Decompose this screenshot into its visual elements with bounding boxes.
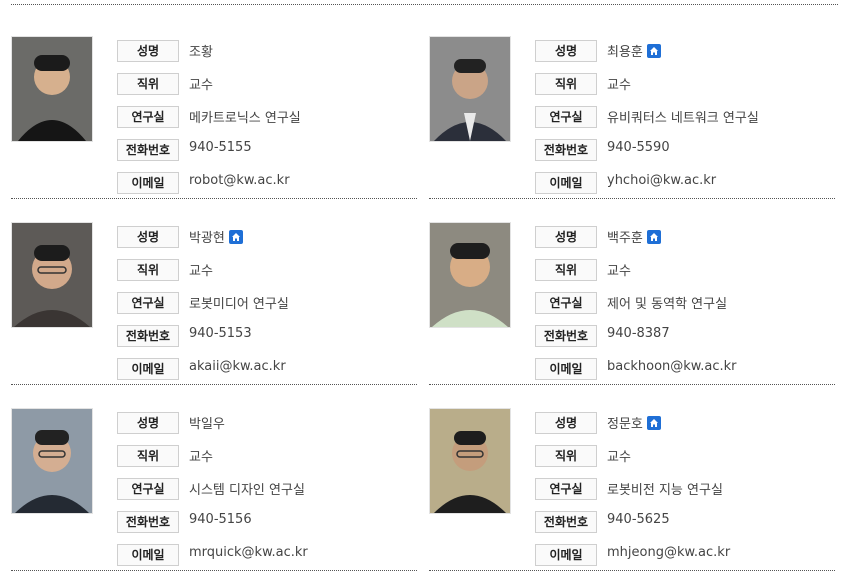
faculty-card: 성명 정문호 직위 교수 연구실 로봇비전 지능 연구실 전화번호 940-5625 이… — [429, 394, 835, 571]
homepage-icon[interactable] — [646, 416, 661, 430]
lab-label: 연구실 — [117, 106, 179, 128]
lab-value: 시스템 디자인 연구실 — [189, 483, 305, 498]
email-label: 이메일 — [535, 544, 597, 566]
email-value[interactable]: yhchoi@kw.ac.kr — [607, 173, 716, 188]
name-value: 조황 — [189, 45, 213, 60]
name-label: 성명 — [535, 412, 597, 434]
lab-value: 로봇미디어 연구실 — [189, 297, 289, 312]
position-label: 직위 — [117, 259, 179, 281]
profile-photo — [429, 408, 511, 514]
lab-value: 로봇비전 지능 연구실 — [607, 483, 723, 498]
email-label: 이메일 — [117, 544, 179, 566]
position-value: 교수 — [607, 264, 631, 279]
position-label: 직위 — [117, 445, 179, 467]
email-value[interactable]: backhoon@kw.ac.kr — [607, 359, 737, 374]
email-label: 이메일 — [535, 172, 597, 194]
name-label: 성명 — [535, 40, 597, 62]
faculty-card: 성명 조황 직위 교수 연구실 메카트로닉스 연구실 전화번호 940-5155 이메일… — [11, 22, 417, 199]
email-label: 이메일 — [117, 358, 179, 380]
profile-photo — [429, 36, 511, 142]
phone-label: 전화번호 — [535, 139, 597, 161]
name-label: 성명 — [117, 226, 179, 248]
phone-label: 전화번호 — [117, 325, 179, 347]
homepage-icon[interactable] — [646, 44, 661, 58]
top-divider — [11, 4, 838, 5]
name-value: 박일우 — [189, 417, 225, 432]
position-label: 직위 — [535, 73, 597, 95]
phone-value: 940-5590 — [607, 140, 670, 155]
profile-photo — [429, 222, 511, 328]
position-label: 직위 — [535, 445, 597, 467]
lab-label: 연구실 — [535, 478, 597, 500]
email-label: 이메일 — [117, 172, 179, 194]
profile-photo — [11, 408, 93, 514]
name-value: 최용훈 — [607, 41, 661, 60]
lab-label: 연구실 — [535, 106, 597, 128]
name-label: 성명 — [117, 40, 179, 62]
phone-label: 전화번호 — [535, 511, 597, 533]
faculty-card: 성명 박일우 직위 교수 연구실 시스템 디자인 연구실 전화번호 940-5156 이… — [11, 394, 417, 571]
faculty-card: 성명 박광현 직위 교수 연구실 로봇미디어 연구실 전화번호 940-5153 이메일… — [11, 208, 417, 385]
phone-value: 940-8387 — [607, 326, 670, 341]
lab-label: 연구실 — [535, 292, 597, 314]
lab-value: 제어 및 동역학 연구실 — [607, 297, 728, 312]
profile-photo — [11, 222, 93, 328]
phone-value: 940-5625 — [607, 512, 670, 527]
lab-value: 메카트로닉스 연구실 — [189, 111, 301, 126]
position-value: 교수 — [189, 264, 213, 279]
position-value: 교수 — [607, 450, 631, 465]
phone-value: 940-5153 — [189, 326, 252, 341]
homepage-icon[interactable] — [646, 230, 661, 244]
name-value: 정문호 — [607, 413, 661, 432]
email-value[interactable]: mhjeong@kw.ac.kr — [607, 545, 730, 560]
homepage-icon[interactable] — [228, 230, 243, 244]
faculty-card: 성명 최용훈 직위 교수 연구실 유비쿼터스 네트워크 연구실 전화번호 940-559… — [429, 22, 835, 199]
faculty-card: 성명 백주훈 직위 교수 연구실 제어 및 동역학 연구실 전화번호 940-8387 … — [429, 208, 835, 385]
profile-photo — [11, 36, 93, 142]
name-label: 성명 — [535, 226, 597, 248]
phone-label: 전화번호 — [117, 139, 179, 161]
phone-label: 전화번호 — [535, 325, 597, 347]
phone-label: 전화번호 — [117, 511, 179, 533]
name-value: 박광현 — [189, 227, 243, 246]
position-value: 교수 — [607, 78, 631, 93]
email-value[interactable]: mrquick@kw.ac.kr — [189, 545, 308, 560]
email-label: 이메일 — [535, 358, 597, 380]
phone-value: 940-5156 — [189, 512, 252, 527]
name-label: 성명 — [117, 412, 179, 434]
phone-value: 940-5155 — [189, 140, 252, 155]
position-label: 직위 — [117, 73, 179, 95]
lab-value: 유비쿼터스 네트워크 연구실 — [607, 111, 759, 126]
position-value: 교수 — [189, 450, 213, 465]
email-value[interactable]: akaii@kw.ac.kr — [189, 359, 286, 374]
lab-label: 연구실 — [117, 292, 179, 314]
position-value: 교수 — [189, 78, 213, 93]
email-value[interactable]: robot@kw.ac.kr — [189, 173, 290, 188]
lab-label: 연구실 — [117, 478, 179, 500]
position-label: 직위 — [535, 259, 597, 281]
name-value: 백주훈 — [607, 227, 661, 246]
